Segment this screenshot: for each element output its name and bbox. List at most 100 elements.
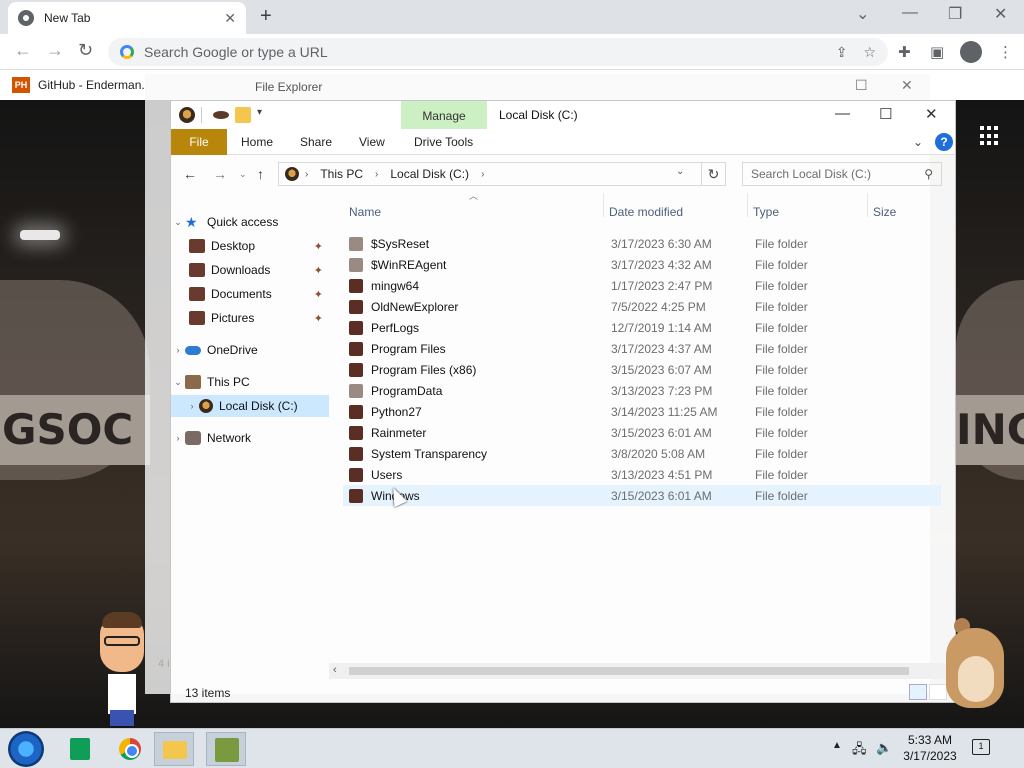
expand-chevron-icon[interactable]: › bbox=[185, 401, 199, 411]
properties-icon[interactable] bbox=[213, 111, 229, 119]
file-row[interactable]: PerfLogs 12/7/2019 1:14 AM File folder bbox=[343, 317, 941, 338]
forward-arrow-icon[interactable]: → bbox=[213, 166, 227, 182]
action-center-icon[interactable]: 1 bbox=[972, 739, 990, 755]
nav-onedrive[interactable]: › OneDrive bbox=[171, 339, 329, 361]
file-row[interactable]: Rainmeter 3/15/2023 6:01 AM File folder bbox=[343, 422, 941, 443]
new-folder-icon[interactable] bbox=[235, 107, 251, 123]
column-divider[interactable] bbox=[747, 193, 748, 217]
explorer-minimize-button[interactable]: — bbox=[835, 105, 850, 122]
show-hidden-icons-icon[interactable]: ▲ bbox=[832, 740, 842, 751]
forward-arrow-icon[interactable]: → bbox=[46, 40, 64, 61]
help-icon[interactable]: ? bbox=[935, 133, 953, 151]
ribbon-share-tab[interactable]: Share bbox=[300, 135, 332, 149]
address-bar[interactable]: › This PC › Local Disk (C:) › bbox=[278, 162, 702, 186]
breadcrumb-separator-icon[interactable]: › bbox=[375, 169, 378, 180]
chrome-favicon-icon bbox=[18, 10, 34, 26]
column-divider[interactable] bbox=[867, 193, 868, 217]
nav-documents[interactable]: Documents ✦ bbox=[171, 283, 329, 305]
breadcrumb-separator-icon[interactable]: › bbox=[305, 169, 308, 180]
browser-minimize-button[interactable]: — bbox=[902, 4, 918, 22]
nav-this-pc[interactable]: ⌄ This PC bbox=[171, 371, 329, 393]
scroll-left-arrow-icon[interactable]: ‹ bbox=[333, 664, 337, 676]
collapse-chevron-icon[interactable]: ⌄ bbox=[171, 217, 185, 228]
scrollbar-thumb[interactable] bbox=[349, 667, 909, 675]
column-header-type[interactable]: Type bbox=[753, 205, 779, 225]
explorer-maximize-button[interactable]: ☐ bbox=[879, 105, 892, 123]
search-input[interactable]: Search Local Disk (C:) ⚲ bbox=[742, 162, 942, 186]
horizontal-scrollbar[interactable]: ‹ bbox=[329, 663, 955, 679]
ribbon-file-tab[interactable]: File bbox=[171, 129, 227, 155]
chrome-menu-icon[interactable]: ⋮ bbox=[998, 43, 1013, 61]
breadcrumb-this-pc[interactable]: This PC bbox=[320, 167, 363, 181]
column-header-size[interactable]: Size bbox=[873, 205, 896, 225]
tab-search-dropdown-icon[interactable]: ⌄ bbox=[856, 4, 869, 24]
ribbon-drive-tools-tab[interactable]: Drive Tools bbox=[414, 135, 473, 149]
file-row[interactable]: Users 3/13/2023 4:51 PM File folder bbox=[343, 464, 941, 485]
expand-chevron-icon[interactable]: › bbox=[171, 433, 185, 443]
details-view-icon[interactable] bbox=[909, 684, 927, 700]
column-header-date[interactable]: Date modified bbox=[609, 205, 683, 225]
breadcrumb-separator-icon[interactable]: › bbox=[481, 169, 484, 180]
file-row[interactable]: Program Files 3/17/2023 4:37 AM File folde… bbox=[343, 338, 941, 359]
up-arrow-icon[interactable]: ↑ bbox=[257, 166, 264, 182]
ribbon-expand-chevron-icon[interactable]: ⌄ bbox=[913, 135, 923, 149]
breadcrumb-local-disk[interactable]: Local Disk (C:) bbox=[390, 167, 469, 181]
nav-pictures[interactable]: Pictures ✦ bbox=[171, 307, 329, 329]
back-arrow-icon[interactable]: ← bbox=[14, 40, 32, 61]
ribbon-home-tab[interactable]: Home bbox=[241, 135, 273, 149]
explorer-titlebar[interactable]: ▾ Manage Local Disk (C:) — ☐ ✕ bbox=[171, 101, 955, 129]
expand-chevron-icon[interactable]: › bbox=[171, 345, 185, 355]
file-row[interactable]: $SysReset 3/17/2023 6:30 AM File folder bbox=[343, 233, 941, 254]
nav-quick-access[interactable]: ⌄ ★ Quick access bbox=[171, 211, 329, 233]
recent-locations-icon[interactable]: ⌄ bbox=[239, 169, 247, 180]
back-arrow-icon[interactable]: ← bbox=[183, 166, 197, 182]
volume-icon[interactable]: 🔈 bbox=[876, 740, 892, 756]
address-dropdown-icon[interactable]: ⌄ bbox=[676, 166, 684, 177]
extensions-puzzle-icon[interactable]: ✚ bbox=[898, 43, 911, 61]
file-row[interactable]: OldNewExplorer 7/5/2022 4:25 PM File folde… bbox=[343, 296, 941, 317]
collapse-chevron-icon[interactable]: ⌄ bbox=[171, 377, 185, 388]
explorer-close-button[interactable]: ✕ bbox=[925, 105, 938, 123]
omnibox[interactable]: Search Google or type a URL ⇪ ☆ bbox=[108, 38, 888, 66]
documents-folder-icon bbox=[189, 287, 205, 301]
browser-close-button[interactable]: ✕ bbox=[994, 4, 1007, 24]
system-clock[interactable]: 5:33 AM 3/17/2023 bbox=[900, 732, 960, 764]
file-row[interactable]: $WinREAgent 3/17/2023 4:32 AM File folder bbox=[343, 254, 941, 275]
file-row[interactable]: System Transparency 3/8/2020 5:08 AM File … bbox=[343, 443, 941, 464]
nav-local-disk[interactable]: › Local Disk (C:) bbox=[171, 395, 329, 417]
browser-restore-button[interactable]: ❐ bbox=[948, 4, 962, 24]
side-panel-icon[interactable]: ▣ bbox=[930, 43, 944, 61]
share-icon[interactable]: ⇪ bbox=[836, 44, 848, 61]
bookmark-star-icon[interactable]: ☆ bbox=[863, 44, 876, 61]
taskbar-file-explorer-app[interactable] bbox=[154, 732, 194, 766]
apps-grid-icon[interactable] bbox=[980, 126, 1000, 146]
reload-icon[interactable]: ↻ bbox=[78, 40, 93, 61]
refresh-button[interactable]: ↻ bbox=[702, 162, 726, 186]
nav-downloads[interactable]: Downloads ✦ bbox=[171, 259, 329, 281]
file-row[interactable]: mingw64 1/17/2023 2:47 PM File folder bbox=[343, 275, 941, 296]
taskbar-chrome-app[interactable] bbox=[110, 732, 150, 766]
nav-network[interactable]: › Network bbox=[171, 427, 329, 449]
start-button-windows-icon[interactable] bbox=[8, 731, 44, 767]
tab-new-tab[interactable]: New Tab ✕ bbox=[8, 2, 246, 34]
file-row[interactable]: Program Files (x86) 3/15/2023 6:07 AM File… bbox=[343, 359, 941, 380]
file-row[interactable]: Python27 3/14/2023 11:25 AM File folder bbox=[343, 401, 941, 422]
taskbar-sheets-app[interactable] bbox=[60, 732, 100, 766]
file-row[interactable]: Windows 3/15/2023 6:01 AM File folder bbox=[343, 485, 941, 506]
column-header-name[interactable]: Name bbox=[349, 205, 381, 225]
nav-desktop[interactable]: Desktop ✦ bbox=[171, 235, 329, 257]
bookmark-github-enderman[interactable]: GitHub - Enderman... bbox=[38, 78, 151, 92]
tab-close-icon[interactable]: ✕ bbox=[224, 10, 236, 27]
file-row[interactable]: ProgramData 3/13/2023 7:23 PM File folder bbox=[343, 380, 941, 401]
network-tray-icon[interactable]: 🖧 bbox=[852, 740, 867, 762]
new-tab-button[interactable]: + bbox=[260, 5, 272, 28]
manage-tab[interactable]: Manage bbox=[401, 101, 487, 129]
file-date-modified: 3/15/2023 6:01 AM bbox=[611, 425, 712, 440]
nav-label: OneDrive bbox=[207, 343, 258, 357]
taskbar-game-app[interactable] bbox=[206, 732, 246, 766]
customize-quick-access-icon[interactable]: ▾ bbox=[257, 107, 273, 123]
ribbon-view-tab[interactable]: View bbox=[359, 135, 385, 149]
browser-tab-strip: New Tab ✕ + ⌄ — ❐ ✕ bbox=[0, 0, 1024, 34]
profile-avatar-icon[interactable] bbox=[960, 41, 982, 63]
column-divider[interactable] bbox=[603, 193, 604, 217]
